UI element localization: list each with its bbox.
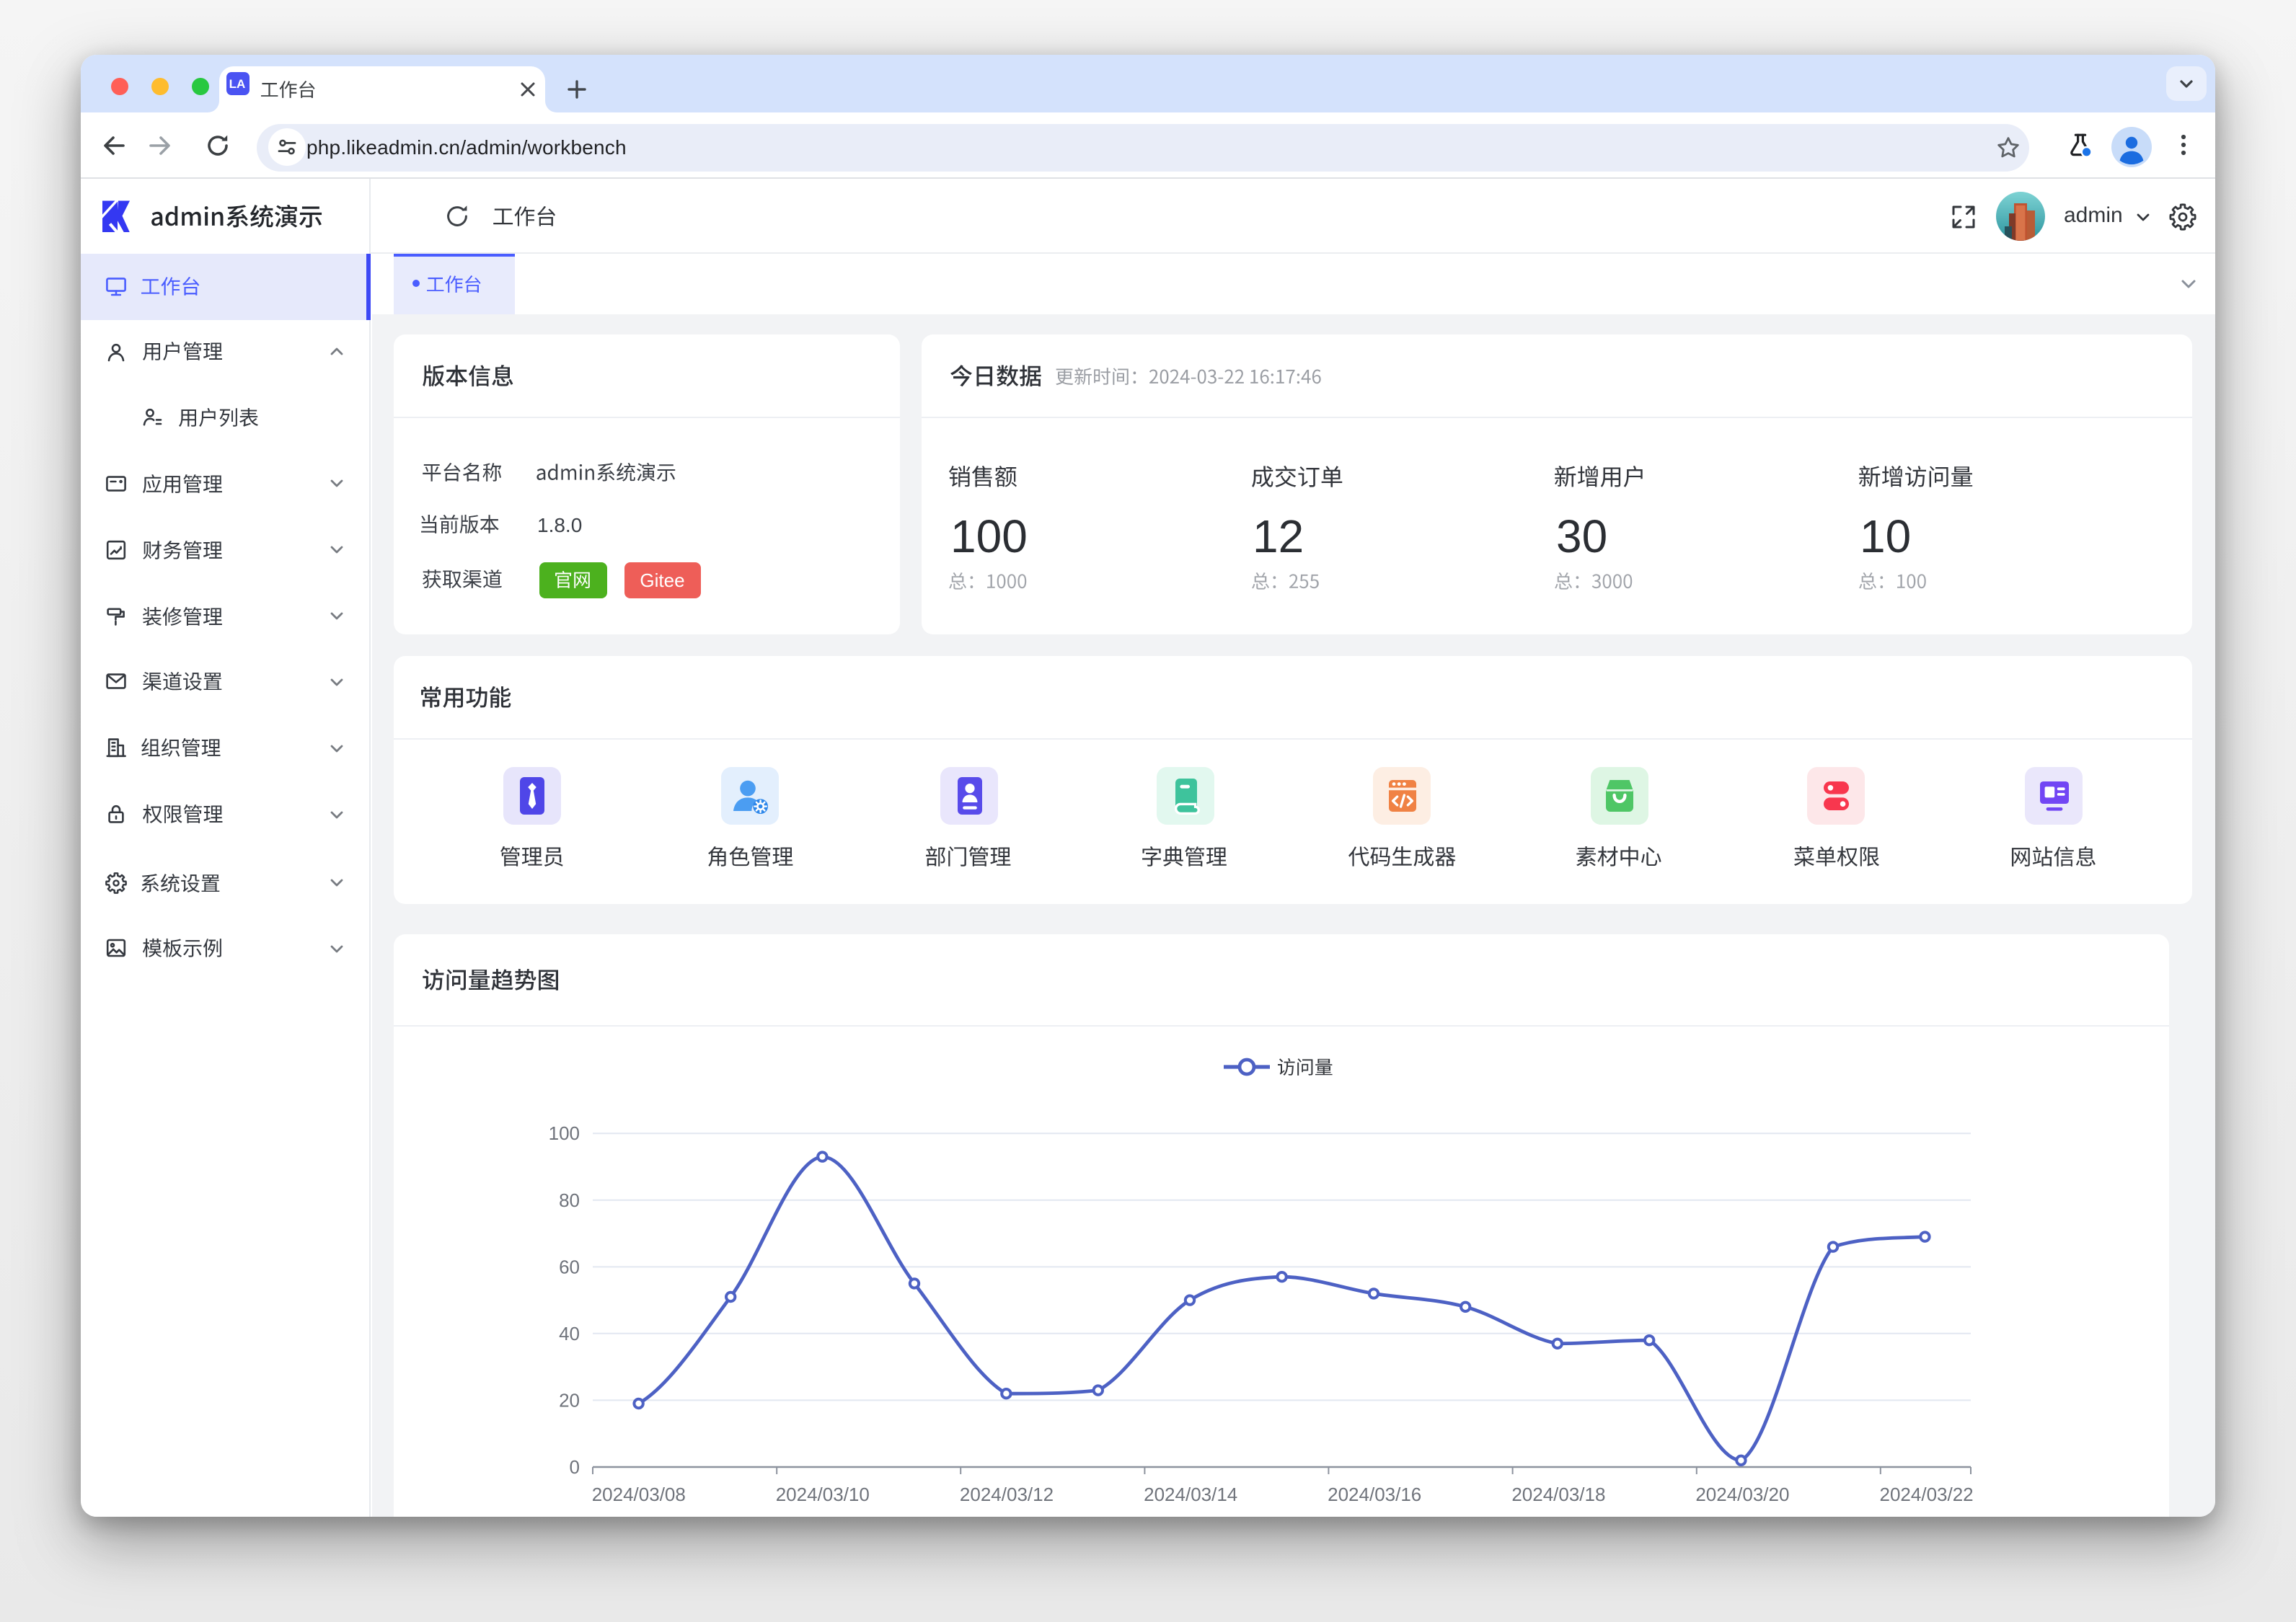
svg-text:40: 40 bbox=[559, 1322, 580, 1344]
svg-text:2024/03/16: 2024/03/16 bbox=[1328, 1483, 1421, 1504]
svg-text:0: 0 bbox=[570, 1455, 580, 1477]
svg-text:2024/03/10: 2024/03/10 bbox=[776, 1483, 870, 1504]
svg-text:2024/03/20: 2024/03/20 bbox=[1695, 1483, 1789, 1504]
svg-text:60: 60 bbox=[559, 1255, 580, 1277]
svg-text:20: 20 bbox=[559, 1388, 580, 1410]
svg-text:80: 80 bbox=[559, 1189, 580, 1210]
svg-text:100: 100 bbox=[549, 1122, 580, 1143]
svg-text:2024/03/12: 2024/03/12 bbox=[960, 1483, 1054, 1504]
svg-text:2024/03/22: 2024/03/22 bbox=[1880, 1483, 1974, 1504]
svg-text:2024/03/08: 2024/03/08 bbox=[592, 1483, 686, 1504]
svg-text:2024/03/18: 2024/03/18 bbox=[1511, 1483, 1605, 1504]
svg-text:2024/03/14: 2024/03/14 bbox=[1144, 1483, 1237, 1504]
